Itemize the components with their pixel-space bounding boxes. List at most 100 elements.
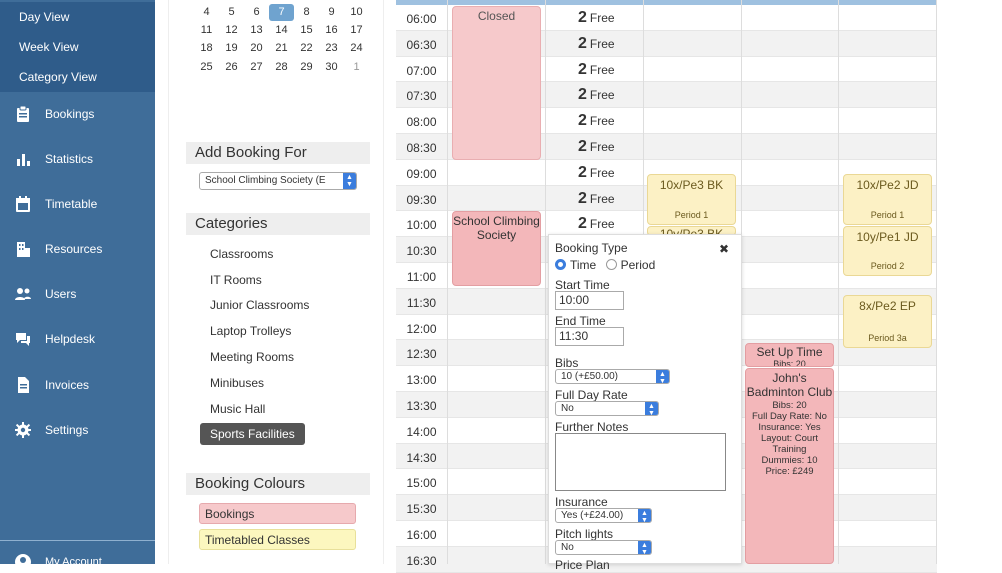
free-label: Free bbox=[589, 191, 615, 206]
calendar-day[interactable]: 17 bbox=[344, 22, 369, 39]
calendar-day[interactable]: 23 bbox=[319, 40, 344, 57]
nav-helpdesk[interactable]: Helpdesk bbox=[0, 316, 155, 361]
nav-week-view[interactable]: Week View bbox=[0, 32, 155, 62]
calendar-day[interactable]: 21 bbox=[269, 40, 294, 57]
calendar-day[interactable]: 14 bbox=[269, 22, 294, 39]
booking-colours-heading: Booking Colours bbox=[186, 473, 370, 495]
free-slot-indicator[interactable]: 2 Free bbox=[578, 112, 615, 130]
calendar-day[interactable]: 13 bbox=[244, 22, 269, 39]
free-count: 2 bbox=[578, 138, 587, 155]
calendar-day[interactable]: 26 bbox=[219, 59, 244, 76]
nav-settings[interactable]: Settings bbox=[0, 407, 155, 452]
nav-category-view[interactable]: Category View bbox=[0, 62, 155, 92]
insurance-select[interactable]: Yes (+£24.00) ▲ ▼ bbox=[555, 508, 652, 523]
category-sports-facilities[interactable]: Sports Facilities bbox=[200, 423, 305, 445]
calendar-day[interactable]: 20 bbox=[244, 40, 269, 57]
calendar-day[interactable]: 11 bbox=[194, 22, 219, 39]
time-label: 16:30 bbox=[406, 553, 437, 568]
free-slot-indicator[interactable]: 2 Free bbox=[578, 61, 615, 79]
category-classrooms[interactable]: Classrooms bbox=[210, 247, 273, 261]
time-label: 06:00 bbox=[406, 12, 437, 26]
time-label: 12:00 bbox=[406, 321, 437, 336]
calendar-day[interactable]: 30 bbox=[319, 59, 344, 76]
radio-time[interactable] bbox=[555, 259, 566, 270]
event-timetabled[interactable]: 10x/Pe2 JD Period 1 bbox=[843, 174, 932, 225]
calendar-day[interactable]: 25 bbox=[194, 59, 219, 76]
category-junior-classrooms[interactable]: Junior Classrooms bbox=[210, 298, 309, 312]
free-slot-indicator[interactable]: 2 Free bbox=[578, 190, 615, 208]
calendar-day[interactable]: 24 bbox=[344, 40, 369, 57]
nav-invoices-label: Invoices bbox=[45, 377, 90, 392]
calendar-day[interactable]: 16 bbox=[319, 22, 344, 39]
grid-header-bar bbox=[396, 0, 937, 5]
calendar-day[interactable]: 9 bbox=[319, 4, 344, 21]
calendar-day[interactable]: 10 bbox=[344, 4, 369, 21]
booking-type-radios: Time Period bbox=[555, 258, 655, 272]
free-label: Free bbox=[589, 217, 615, 232]
category-minibuses[interactable]: Minibuses bbox=[210, 376, 264, 390]
nav-users[interactable]: Users bbox=[0, 271, 155, 316]
calendar-day[interactable]: 5 bbox=[219, 4, 244, 21]
event-johns-badminton-club[interactable]: John's Badminton Club Bibs: 20 Full Day … bbox=[745, 368, 834, 564]
time-label: 08:00 bbox=[406, 115, 437, 130]
calendar-day[interactable]: 27 bbox=[244, 59, 269, 76]
calendar-day[interactable]: 4 bbox=[194, 4, 219, 21]
free-slot-indicator[interactable]: 2 Free bbox=[578, 35, 615, 53]
event-school-climbing-society[interactable]: School Climbing Society bbox=[452, 211, 541, 286]
event-timetabled[interactable]: 8x/Pe2 EP Period 3a bbox=[843, 295, 932, 348]
time-label: 07:00 bbox=[406, 63, 437, 78]
calendar-day[interactable]: 12 bbox=[219, 22, 244, 39]
bibs-select[interactable]: 10 (+£50.00) ▲ ▼ bbox=[555, 369, 670, 384]
calendar-day-today[interactable]: 7 bbox=[269, 4, 294, 21]
calendar-day[interactable]: 6 bbox=[244, 4, 269, 21]
category-music-hall[interactable]: Music Hall bbox=[210, 402, 265, 416]
close-icon[interactable]: ✖ bbox=[719, 242, 729, 256]
calendar-day[interactable]: 15 bbox=[294, 22, 319, 39]
calendar-day[interactable]: 22 bbox=[294, 40, 319, 57]
event-set-up-time[interactable]: Set Up Time Bibs: 20 bbox=[745, 343, 834, 367]
event-timetabled[interactable]: 10y/Pe1 JD Period 2 bbox=[843, 226, 932, 276]
free-slot-indicator[interactable]: 2 Free bbox=[578, 215, 615, 233]
calendar-day-next-month[interactable]: 1 bbox=[344, 59, 369, 76]
free-label: Free bbox=[589, 36, 615, 51]
event-title: Badminton Club bbox=[746, 385, 833, 399]
free-slot-indicator[interactable]: 2 Free bbox=[578, 86, 615, 104]
event-timetabled[interactable]: 10x/Pe3 BK Period 1 bbox=[647, 174, 736, 225]
nav-bookings[interactable]: Bookings bbox=[0, 91, 155, 136]
event-title: Society bbox=[476, 228, 517, 242]
further-notes-textarea[interactable] bbox=[555, 433, 726, 491]
category-it-rooms[interactable]: IT Rooms bbox=[210, 273, 262, 287]
nav-bookings-label: Bookings bbox=[45, 106, 95, 121]
free-slot-indicator[interactable]: 2 Free bbox=[578, 9, 615, 27]
add-booking-select[interactable]: School Climbing Society (E ▲ ▼ bbox=[199, 172, 357, 190]
calendar-day[interactable]: 18 bbox=[194, 40, 219, 57]
event-closed[interactable]: Closed bbox=[452, 6, 541, 160]
calendar-day[interactable]: 28 bbox=[269, 59, 294, 76]
time-label: 06:30 bbox=[406, 37, 437, 52]
event-detail: Bibs: 20 bbox=[772, 400, 807, 411]
building-icon bbox=[17, 241, 30, 257]
start-time-label: Start Time bbox=[555, 278, 610, 292]
nav-resources[interactable]: Resources bbox=[0, 226, 155, 271]
end-time-input[interactable]: 11:30 bbox=[555, 327, 624, 346]
nav-timetable[interactable]: Timetable bbox=[0, 181, 155, 226]
time-label: 07:30 bbox=[406, 89, 437, 104]
nav-day-view[interactable]: Day View bbox=[0, 2, 155, 32]
nav-statistics[interactable]: Statistics bbox=[0, 136, 155, 181]
start-time-input[interactable]: 10:00 bbox=[555, 291, 624, 310]
full-day-rate-select[interactable]: No ▲ ▼ bbox=[555, 401, 659, 416]
calendar-day[interactable]: 29 bbox=[294, 59, 319, 76]
category-meeting-rooms[interactable]: Meeting Rooms bbox=[210, 350, 294, 364]
calendar-day[interactable]: 8 bbox=[294, 4, 319, 21]
free-slot-indicator[interactable]: 2 Free bbox=[578, 138, 615, 156]
nav-my-account[interactable]: My Account bbox=[14, 553, 102, 571]
pitch-lights-select[interactable]: No ▲ ▼ bbox=[555, 540, 652, 555]
nav-invoices[interactable]: Invoices bbox=[0, 362, 155, 407]
calendar-icon bbox=[16, 195, 30, 212]
radio-period[interactable] bbox=[605, 259, 617, 270]
calendar-day[interactable]: 19 bbox=[219, 40, 244, 57]
free-slot-indicator[interactable]: 2 Free bbox=[578, 164, 615, 182]
further-notes-label: Further Notes bbox=[555, 420, 629, 434]
clipboard-icon bbox=[17, 105, 29, 122]
category-laptop-trolleys[interactable]: Laptop Trolleys bbox=[210, 324, 291, 338]
